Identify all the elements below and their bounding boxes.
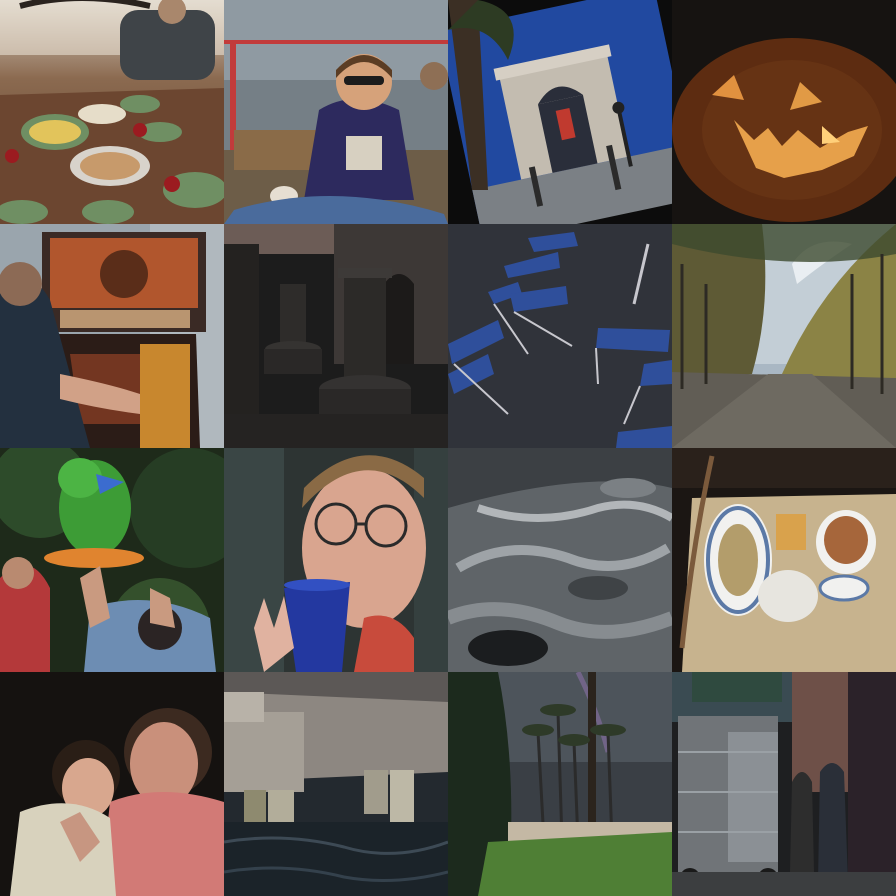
photo-dinner-table: [0, 0, 224, 224]
photo-woman-and-child: [0, 672, 224, 896]
photo-palm-trees-rainbow: [448, 672, 672, 896]
photo-boat-deck-people: [224, 0, 448, 224]
photo-man-with-blue-cup: [224, 448, 448, 672]
photo-green-parrot-pinata: [0, 448, 224, 672]
photo-tree-lined-park-path: [672, 224, 896, 448]
photo-bridge-pier-water: [224, 672, 448, 896]
photo-arc-de-triomphe: [448, 0, 672, 224]
photo-stone-ruins: [224, 224, 448, 448]
photo-jack-o-lantern: [672, 0, 896, 224]
photo-food-tray: [672, 448, 896, 672]
photo-collage-grid: [0, 0, 896, 896]
photo-blue-folding-chairs: [448, 224, 672, 448]
photo-tree-bark-texture: [448, 448, 672, 672]
photo-pinball-machine: [0, 224, 224, 448]
photo-street-food-cart: [672, 672, 896, 896]
